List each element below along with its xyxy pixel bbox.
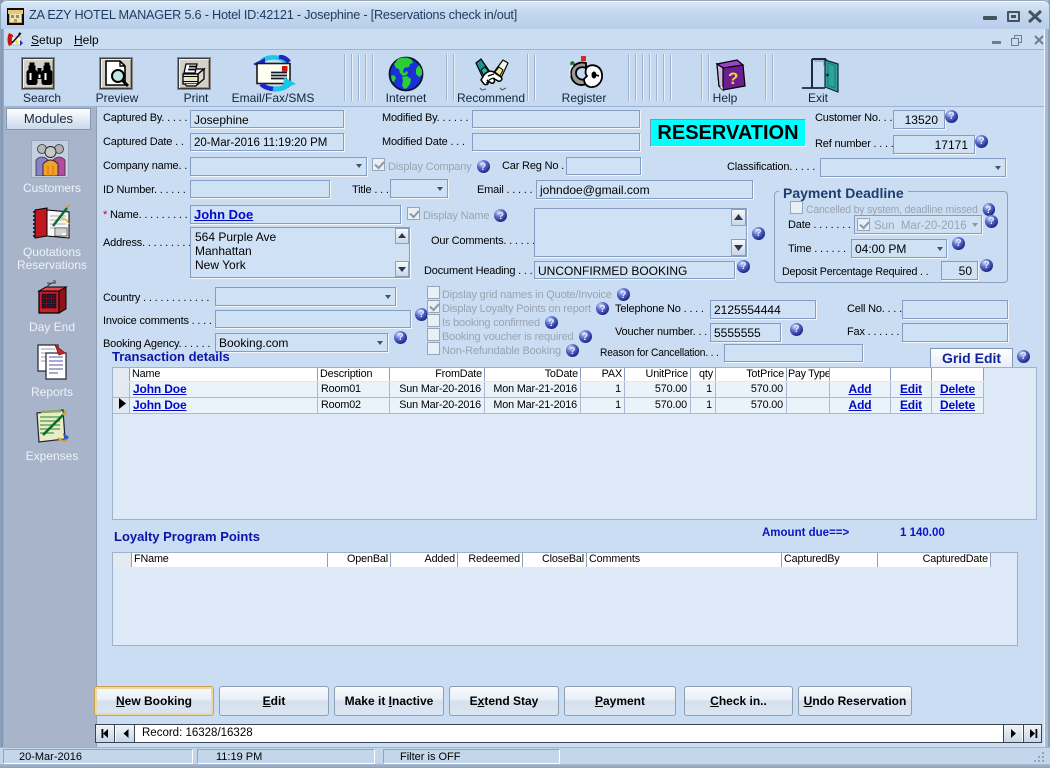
svg-text:?: ? — [728, 69, 738, 88]
